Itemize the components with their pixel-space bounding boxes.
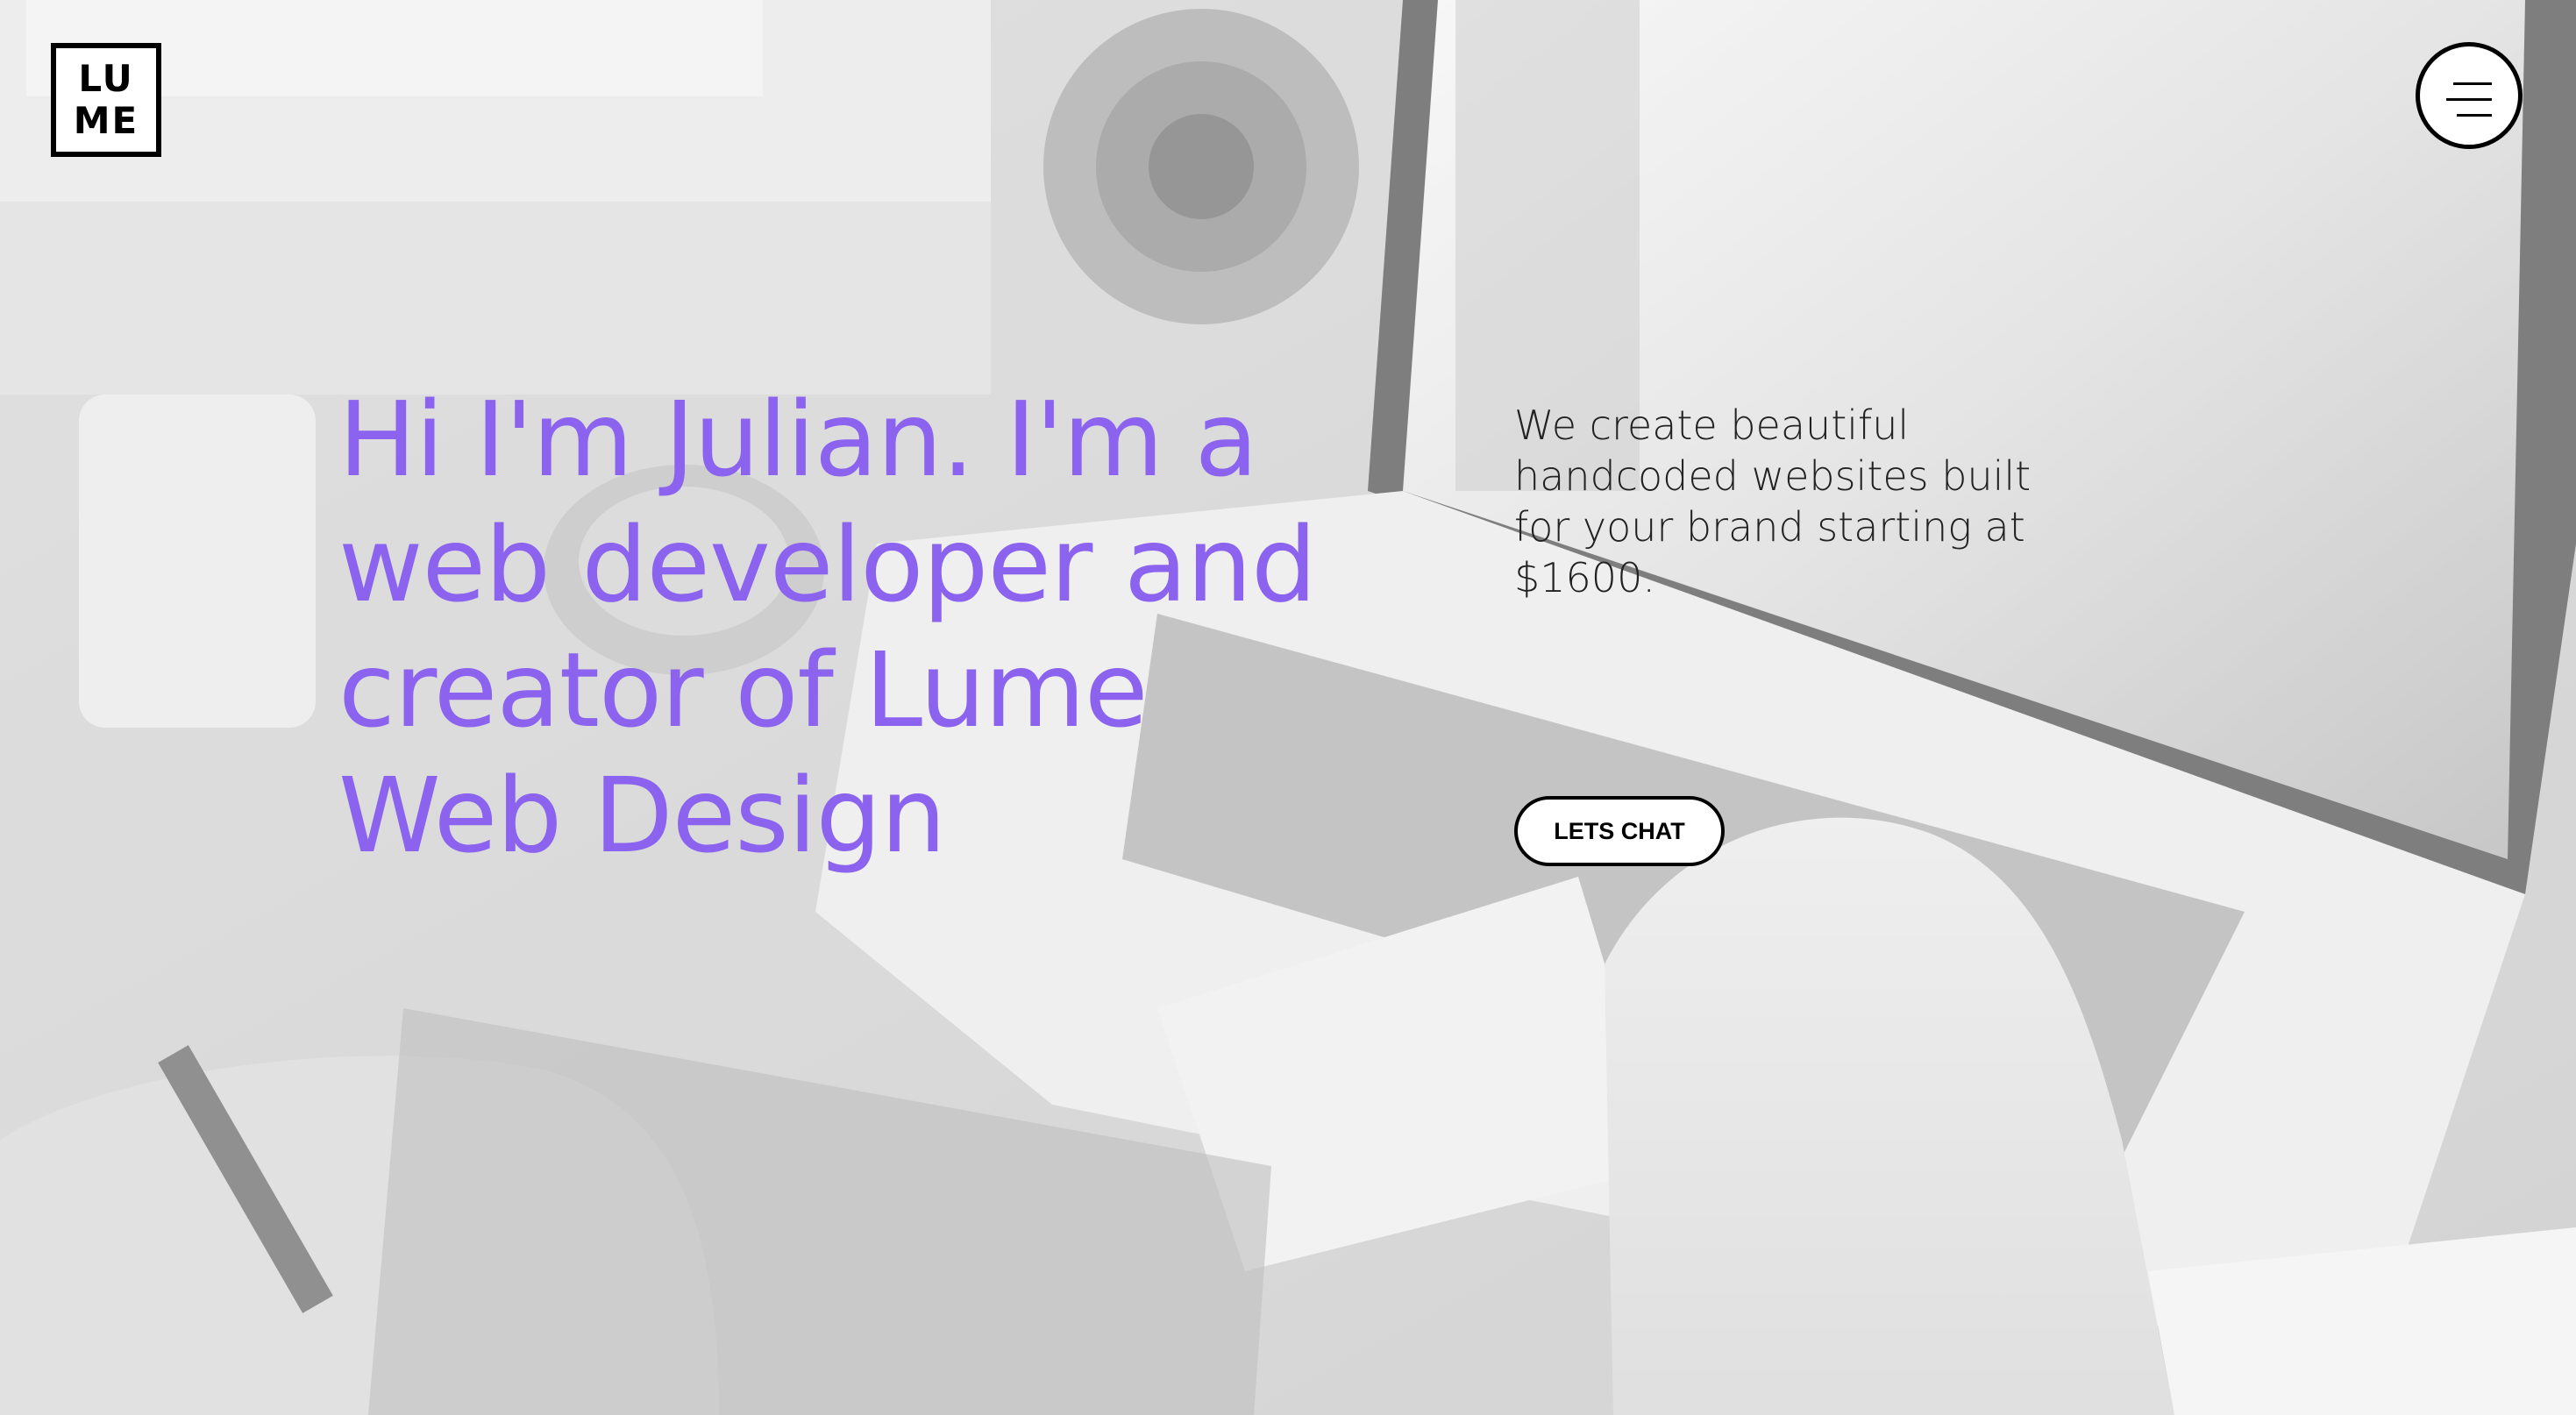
menu-bar-middle xyxy=(2446,98,2492,101)
hero-headline: Hi I'm Julian. I'm a web developer and c… xyxy=(338,379,1317,876)
lets-chat-button[interactable]: LETS CHAT xyxy=(1514,796,1725,866)
menu-bar-bottom xyxy=(2457,114,2492,117)
page: LU ME Hi I'm Julian. I'm a web developer… xyxy=(0,0,2576,1415)
menu-bar-top xyxy=(2453,82,2492,85)
hamburger-menu-icon[interactable] xyxy=(2416,42,2523,149)
lume-logo[interactable]: LU ME xyxy=(51,43,161,157)
hero-tagline: We create beautiful handcoded websites b… xyxy=(1514,402,2032,601)
logo-line-2: ME xyxy=(73,99,139,142)
logo-line-1: LU xyxy=(78,57,134,100)
